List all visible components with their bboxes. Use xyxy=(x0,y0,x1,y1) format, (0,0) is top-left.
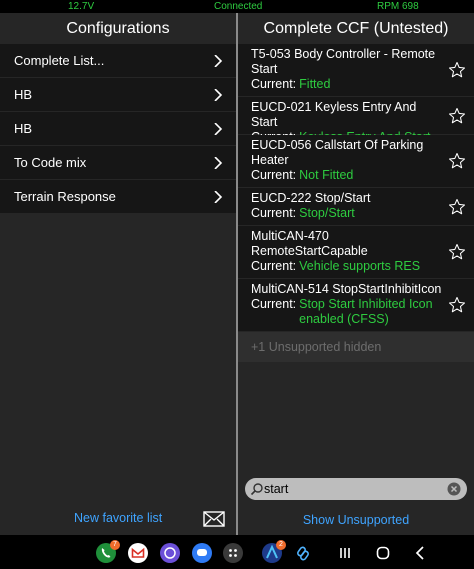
chevron-right-icon xyxy=(214,191,223,203)
left-footer: New favorite list xyxy=(0,499,236,535)
search-icon xyxy=(250,483,263,496)
current-label: Current: xyxy=(251,77,297,91)
config-item-terrain-response[interactable]: Terrain Response xyxy=(0,180,236,213)
star-icon[interactable] xyxy=(448,107,466,125)
config-item-label: Terrain Response xyxy=(14,189,116,204)
config-item-hb[interactable]: HB xyxy=(0,78,236,111)
back-icon[interactable] xyxy=(413,545,429,561)
current-value: Stop Start Inhibited Icon enabled (CFSS) xyxy=(299,297,433,326)
arc-app-icon[interactable]: 2 xyxy=(262,540,286,563)
ccf-title: Complete CCF (Untested) xyxy=(263,20,449,37)
current-label: Current: xyxy=(251,206,297,220)
rpm-readout: RPM 698 xyxy=(377,1,419,12)
search-value: start xyxy=(264,482,289,496)
config-item-to-code-mix[interactable]: To Code mix xyxy=(0,146,236,179)
config-item-label: HB xyxy=(14,121,33,136)
ccf-item-name: T5-053 Body Controller - Remote Start xyxy=(251,47,436,76)
status-bar: 12.7V Connected RPM 698 xyxy=(0,0,474,13)
current-label: Current: xyxy=(251,168,297,182)
current-value: Stop/Start xyxy=(299,206,355,220)
ccf-item-multican-470[interactable]: MultiCAN-470 RemoteStartCapable Current:… xyxy=(238,226,474,278)
phone-icon[interactable]: 7 xyxy=(96,540,120,563)
clear-icon[interactable] xyxy=(447,482,461,496)
home-icon[interactable] xyxy=(375,545,391,561)
current-value: Vehicle supports RES xyxy=(299,259,421,273)
ccf-item-name: EUCD-021 Keyless Entry And Start xyxy=(251,100,417,129)
star-icon[interactable] xyxy=(448,152,466,170)
chevron-right-icon xyxy=(214,55,223,67)
messages-icon[interactable] xyxy=(192,543,212,563)
star-icon[interactable] xyxy=(448,198,466,216)
ccf-pane: Complete CCF (Untested) T5-053 Body Cont… xyxy=(238,13,474,535)
chevron-right-icon xyxy=(214,89,223,101)
config-item-label: Complete List... xyxy=(14,53,105,68)
system-navbar: 7 2 xyxy=(0,535,474,569)
notification-badge: 2 xyxy=(276,540,286,550)
star-icon[interactable] xyxy=(448,296,466,314)
chevron-right-icon xyxy=(214,157,223,169)
config-item-label: To Code mix xyxy=(14,155,87,170)
star-icon[interactable] xyxy=(448,243,466,261)
configurations-pane: Configurations Complete List... HB HB To… xyxy=(0,13,236,535)
star-icon[interactable] xyxy=(448,61,466,79)
configurations-title: Configurations xyxy=(66,20,170,37)
current-label: Current: xyxy=(251,259,297,273)
current-value: Not Fitted xyxy=(299,168,354,182)
gmail-icon[interactable] xyxy=(128,543,148,563)
config-item-complete-list[interactable]: Complete List... xyxy=(0,44,236,77)
ccf-item-name: EUCD-056 Callstart Of Parking Heater xyxy=(251,138,424,167)
ccf-item-multican-514[interactable]: MultiCAN-514 StopStartInhibitIcon Curren… xyxy=(238,279,474,331)
chevron-right-icon xyxy=(214,123,223,135)
mail-icon[interactable] xyxy=(203,511,225,527)
search-input[interactable]: start xyxy=(245,478,467,500)
ccf-item-eucd-222[interactable]: EUCD-222 Stop/Start Current: Stop/Start xyxy=(238,188,474,225)
unsupported-hidden-row: +1 Unsupported hidden xyxy=(238,332,474,362)
voltage-readout: 12.7V xyxy=(68,1,95,12)
ccf-item-name: EUCD-222 Stop/Start xyxy=(251,191,371,205)
chain-link-icon[interactable] xyxy=(293,543,313,563)
ccf-item-t5-053[interactable]: T5-053 Body Controller - Remote Start Cu… xyxy=(238,44,474,96)
connection-status: Connected xyxy=(214,1,263,12)
browser-icon[interactable] xyxy=(160,543,180,563)
ccf-item-eucd-056[interactable]: EUCD-056 Callstart Of Parking Heater Cur… xyxy=(238,135,474,187)
ccf-item-name: MultiCAN-514 StopStartInhibitIcon xyxy=(251,282,442,296)
show-unsupported-link[interactable]: Show Unsupported xyxy=(238,513,474,527)
recent-apps-icon[interactable] xyxy=(337,545,353,561)
ccf-item-eucd-021[interactable]: EUCD-021 Keyless Entry And Start Current… xyxy=(238,97,474,144)
ccf-item-name: MultiCAN-470 RemoteStartCapable xyxy=(251,229,368,258)
new-favorite-list-link[interactable]: New favorite list xyxy=(74,511,162,525)
current-value: Fitted xyxy=(299,77,331,91)
config-item-label: HB xyxy=(14,87,33,102)
config-item-hb-2[interactable]: HB xyxy=(0,112,236,145)
app-grid-icon[interactable] xyxy=(223,543,243,563)
current-label: Current: xyxy=(251,297,297,311)
notification-badge: 7 xyxy=(110,540,120,550)
